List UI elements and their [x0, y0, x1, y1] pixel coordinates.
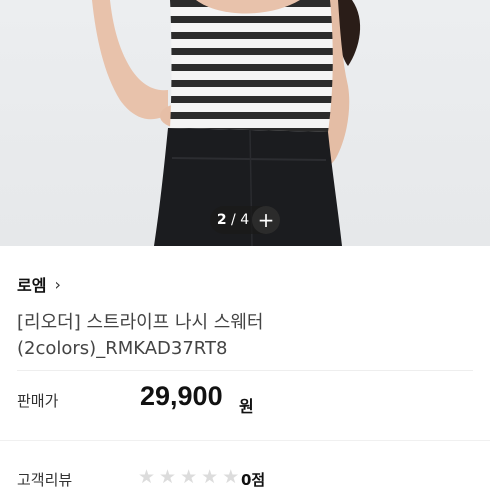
product-title: [리오더] 스트라이프 나시 스웨터 (2colors)_RMKAD37RT8	[17, 310, 457, 362]
product-image[interactable]: 2 / 4 +	[0, 0, 490, 246]
pager-total: 4	[240, 212, 250, 228]
plus-icon[interactable]: +	[252, 206, 280, 234]
price-unit: 원	[239, 397, 254, 416]
price-label: 판매가	[17, 392, 59, 410]
pager-count: 2 / 4	[210, 212, 256, 228]
star-icon: ★	[180, 466, 198, 488]
divider	[17, 370, 473, 371]
brand-name: 로엠	[17, 276, 47, 295]
divider	[0, 440, 490, 441]
star-icon: ★	[201, 466, 219, 488]
chevron-right-icon: ›	[54, 274, 61, 294]
pager-separator: /	[231, 212, 236, 228]
pager-current: 2	[216, 212, 227, 228]
image-pager: 2 / 4 +	[210, 206, 280, 234]
star-icon: ★	[138, 466, 156, 488]
product-title-line-2: (2colors)_RMKAD37RT8	[17, 338, 228, 359]
plus-icon-glyph: +	[257, 208, 275, 232]
review-label: 고객리뷰	[17, 471, 73, 489]
review-score: 0점	[241, 471, 266, 489]
brand-link[interactable]: 로엠 ›	[17, 272, 61, 296]
rating-stars[interactable]: ★ ★ ★ ★ ★	[138, 466, 239, 488]
price-value: 29,900	[140, 381, 223, 411]
star-icon: ★	[159, 466, 177, 488]
product-title-line-1: [리오더] 스트라이프 나시 스웨터	[17, 312, 264, 333]
star-icon: ★	[222, 466, 240, 488]
